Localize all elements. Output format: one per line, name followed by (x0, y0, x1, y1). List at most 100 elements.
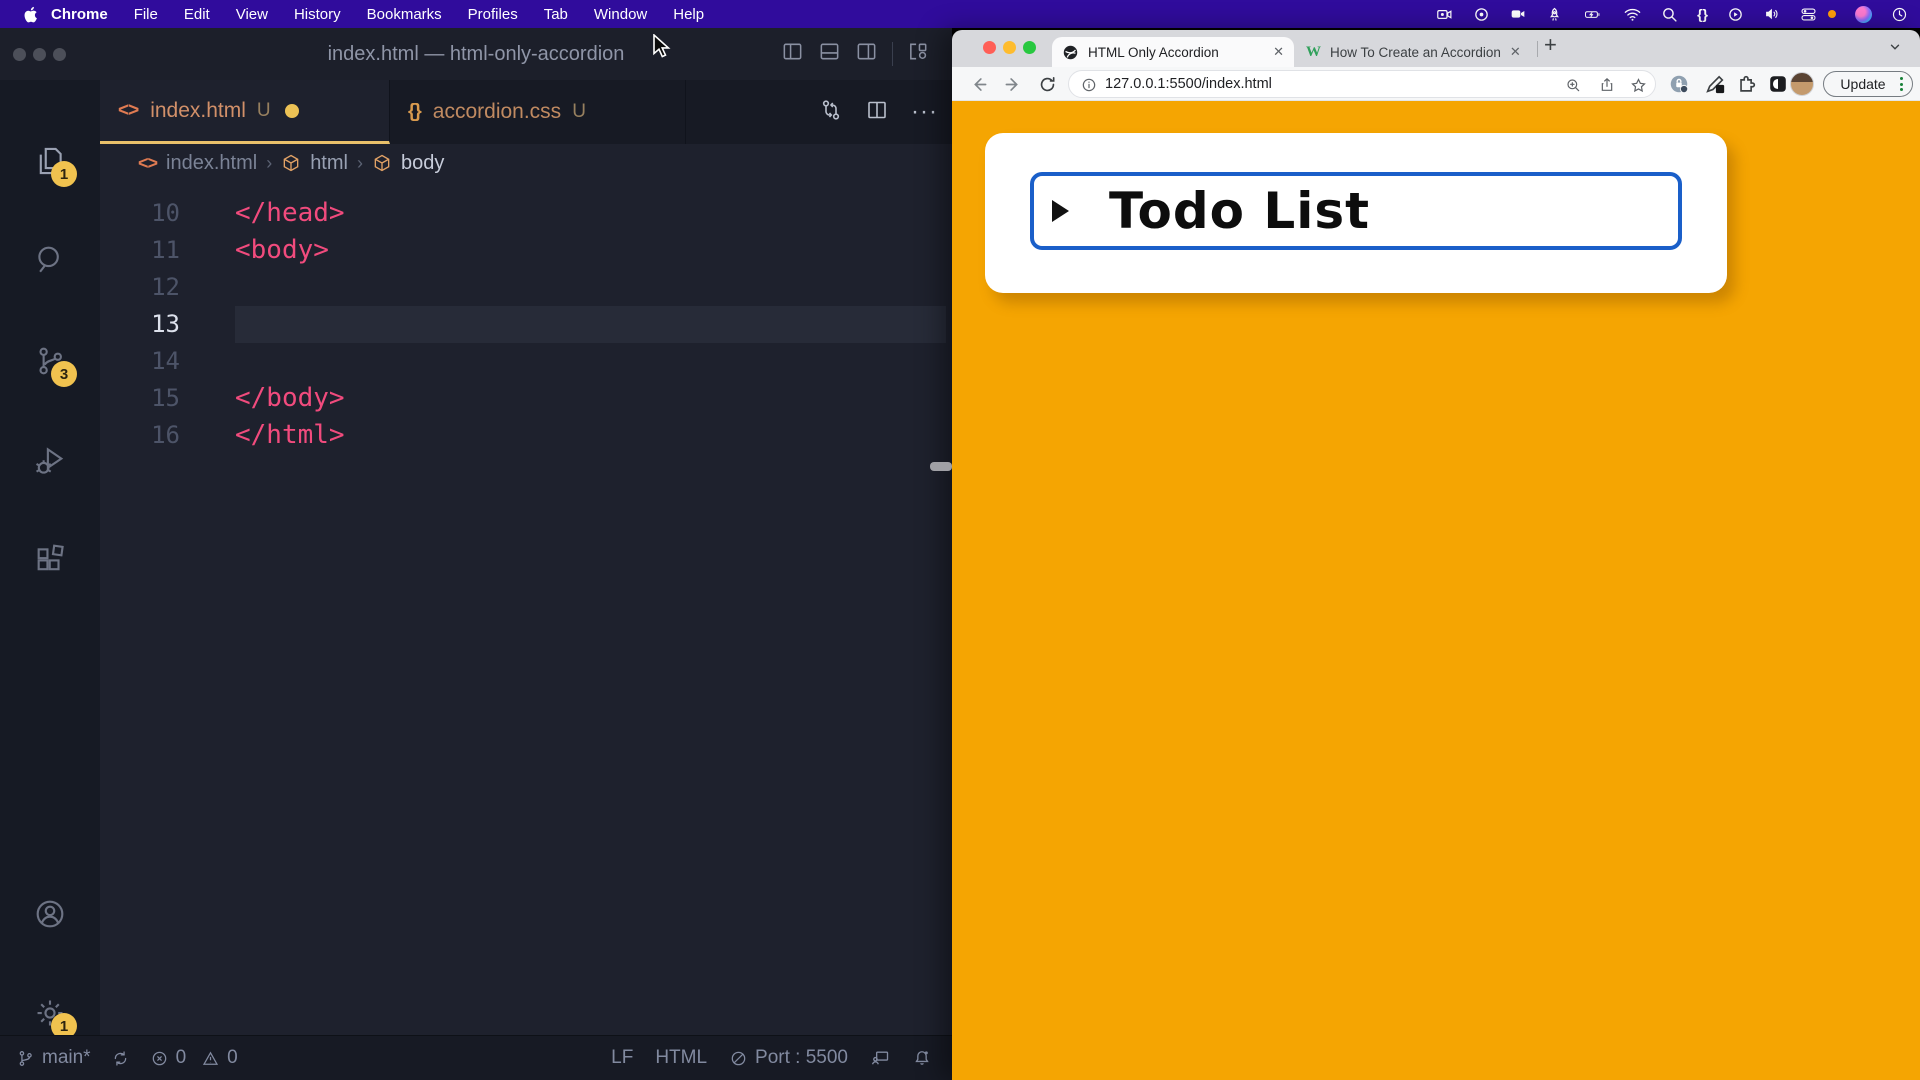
breadcrumb-file[interactable]: index.html (166, 152, 257, 175)
eol-indicator[interactable]: LF (611, 1047, 633, 1069)
open-changes-icon[interactable] (819, 98, 843, 127)
zoom-window-button[interactable] (1023, 41, 1036, 54)
html-file-icon: <> (118, 100, 138, 122)
explorer-icon[interactable]: 1 (33, 144, 67, 178)
record-dot-icon[interactable] (1473, 6, 1490, 23)
battery-icon[interactable] (1582, 7, 1604, 22)
chrome-menu-icon[interactable] (1900, 77, 1903, 91)
customize-layout-icon[interactable] (907, 40, 930, 68)
menubar-item-bookmarks[interactable]: Bookmarks (354, 6, 455, 23)
line-number: 12 (100, 269, 180, 306)
accordion-summary[interactable]: Todo List (1030, 172, 1682, 250)
search-icon[interactable] (33, 242, 67, 276)
menubar-item-edit[interactable]: Edit (171, 6, 223, 23)
problems-status[interactable]: 0 0 (150, 1047, 238, 1069)
site-info-icon[interactable] (1081, 77, 1097, 98)
play-circle-icon[interactable] (1727, 6, 1744, 23)
language-mode[interactable]: HTML (655, 1047, 707, 1069)
camera-record-icon[interactable] (1435, 6, 1454, 23)
window-resize-handle[interactable] (930, 462, 952, 471)
notifications-bell-icon[interactable] (912, 1048, 932, 1068)
spotlight-search-icon[interactable] (1661, 6, 1678, 23)
code-editor[interactable]: 10</head> 11<body> 12 13 14 15</body> 16… (100, 182, 952, 1035)
chrome-window: HTML Only Accordion ✕ W How To Create an… (952, 30, 1920, 1080)
braces-icon[interactable]: {} (1697, 6, 1708, 22)
siri-icon[interactable] (1855, 6, 1872, 23)
git-branch-status[interactable]: main* (16, 1047, 91, 1069)
new-tab-button[interactable]: + (1544, 32, 1557, 58)
rocket-icon[interactable] (1546, 6, 1563, 23)
git-status-untracked: U (572, 101, 586, 123)
minimize-window-button[interactable] (1003, 41, 1016, 54)
live-server-port[interactable]: Port : 5500 (729, 1047, 848, 1069)
page-content: Todo List (952, 101, 1920, 1080)
tab-title: How To Create an Accordion (1330, 45, 1501, 60)
account-icon[interactable] (33, 897, 67, 931)
breadcrumb-body[interactable]: body (401, 152, 444, 175)
update-label: Update (1840, 76, 1885, 92)
w3schools-favicon: W (1306, 44, 1321, 61)
clock-icon[interactable] (1891, 6, 1908, 23)
toggle-panel-icon[interactable] (818, 40, 841, 68)
menubar-item-tab[interactable]: Tab (531, 6, 581, 23)
vpn-extension-icon[interactable] (1668, 73, 1690, 100)
tab-accordion-css[interactable]: {} accordion.css U (390, 80, 686, 144)
reload-button[interactable] (1038, 75, 1057, 99)
zoom-icon[interactable] (1565, 77, 1581, 98)
tab-index-html[interactable]: <> index.html U (100, 80, 390, 144)
update-browser-button[interactable]: Update (1823, 71, 1913, 97)
close-window-button[interactable] (983, 41, 996, 54)
chrome-tab-inactive[interactable]: W How To Create an Accordion ✕ (1300, 37, 1526, 67)
code-line: </body> (235, 380, 345, 417)
line-number: 14 (100, 343, 180, 380)
extensions-puzzle-icon[interactable] (1736, 73, 1758, 100)
run-debug-icon[interactable] (33, 443, 67, 477)
menubar-item-window[interactable]: Window (581, 6, 660, 23)
line-number: 16 (100, 417, 180, 454)
remote-cast-icon[interactable] (870, 1048, 890, 1068)
split-editor-icon[interactable] (865, 98, 889, 127)
toggle-primary-sidebar-icon[interactable] (781, 40, 804, 68)
share-icon[interactable] (1599, 77, 1615, 98)
toggle-secondary-sidebar-icon[interactable] (855, 40, 878, 68)
extensions-icon[interactable] (33, 542, 67, 576)
menubar-item-view[interactable]: View (223, 6, 281, 23)
control-center-icon[interactable] (1800, 7, 1817, 22)
close-tab-icon[interactable]: ✕ (1273, 44, 1284, 60)
menubar-item-help[interactable]: Help (660, 6, 717, 23)
bookmark-star-icon[interactable] (1630, 77, 1647, 99)
profile-avatar[interactable] (1790, 72, 1814, 96)
close-tab-icon[interactable]: ✕ (1510, 44, 1521, 60)
sync-status[interactable] (111, 1049, 130, 1068)
chrome-tab-active[interactable]: HTML Only Accordion ✕ (1052, 37, 1294, 67)
url-text[interactable]: 127.0.0.1:5500/index.html (1105, 76, 1272, 92)
apple-menu-icon[interactable] (22, 5, 38, 24)
address-bar[interactable]: 127.0.0.1:5500/index.html (1068, 70, 1656, 98)
html-file-icon: <> (138, 153, 157, 174)
back-button[interactable] (969, 75, 988, 99)
settings-gear-icon[interactable]: 1 (33, 996, 67, 1030)
chrome-tab-strip: HTML Only Accordion ✕ W How To Create an… (952, 30, 1920, 67)
wifi-icon[interactable] (1623, 7, 1642, 22)
menubar-item-chrome[interactable]: Chrome (38, 6, 121, 23)
code-line: </html> (235, 417, 345, 454)
unsaved-dot-icon[interactable] (285, 104, 299, 118)
volume-icon[interactable] (1763, 6, 1781, 22)
source-control-icon[interactable]: 3 (33, 344, 67, 378)
menubar-item-history[interactable]: History (281, 6, 354, 23)
video-camera-icon[interactable] (1509, 6, 1527, 22)
colorpicker-extension-icon[interactable] (1704, 73, 1726, 100)
breadcrumb-html[interactable]: html (310, 152, 348, 175)
menubar-item-file[interactable]: File (121, 6, 171, 23)
darkreader-extension-icon[interactable] (1767, 73, 1789, 100)
forward-button[interactable] (1004, 75, 1023, 99)
menubar-item-profiles[interactable]: Profiles (455, 6, 531, 23)
tab-label: accordion.css (433, 100, 561, 124)
mouse-cursor (652, 34, 676, 65)
line-number: 10 (100, 195, 180, 232)
vscode-titlebar[interactable]: index.html — html-only-accordion (0, 28, 952, 80)
more-actions-icon[interactable]: ··· (911, 98, 938, 126)
warning-count: 0 (227, 1047, 238, 1069)
tab-search-chevron-icon[interactable] (1888, 40, 1902, 59)
screen: Chrome File Edit View History Bookmarks … (0, 0, 1920, 1080)
